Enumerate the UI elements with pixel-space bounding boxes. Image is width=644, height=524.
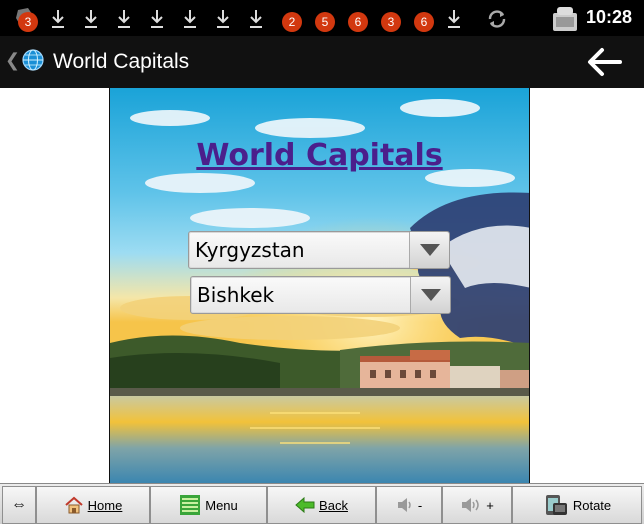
notification-badge: 3 bbox=[381, 12, 401, 32]
volume-up-button[interactable]: + bbox=[442, 486, 512, 524]
page-heading: World Capitals bbox=[196, 138, 443, 173]
speaker-icon bbox=[397, 498, 411, 512]
resize-arrows-icon: ⇔ bbox=[11, 496, 27, 513]
home-button[interactable]: Home bbox=[36, 486, 150, 524]
globe-icon[interactable] bbox=[21, 48, 45, 72]
action-bar: ❮ World Capitals bbox=[0, 36, 644, 88]
download-icon bbox=[85, 10, 97, 28]
country-select[interactable]: Kyrgyzstan bbox=[188, 231, 450, 269]
green-back-arrow-icon bbox=[295, 497, 315, 513]
download-icon bbox=[217, 10, 229, 28]
capital-select-dropdown-button[interactable] bbox=[410, 277, 450, 313]
capital-select-value: Bishkek bbox=[197, 283, 275, 307]
volume-down-button[interactable]: - bbox=[376, 486, 442, 524]
download-icon bbox=[52, 10, 64, 28]
notification-badge: 5 bbox=[315, 12, 335, 32]
app-title: World Capitals bbox=[53, 50, 190, 73]
back-button[interactable]: Back bbox=[267, 486, 376, 524]
rotate-label: Rotate bbox=[572, 497, 612, 513]
download-icon bbox=[151, 10, 163, 28]
bottom-toolbar: ⇔ Home Menu Back - + Rotate bbox=[0, 483, 644, 524]
download-icon bbox=[448, 10, 460, 28]
home-icon bbox=[64, 496, 83, 514]
clock: 10:28 bbox=[585, 7, 632, 27]
sync-icon bbox=[488, 10, 506, 28]
status-bar: 3 2 5 6 3 6 10:28 bbox=[0, 0, 644, 36]
web-content: World Capitals Kyrgyzstan Bishkek bbox=[0, 88, 644, 483]
country-select-dropdown-button[interactable] bbox=[409, 232, 449, 268]
notification-badge: 6 bbox=[348, 12, 368, 32]
rotate-button[interactable]: Rotate bbox=[512, 486, 642, 524]
up-caret-icon[interactable]: ❮ bbox=[5, 50, 20, 71]
menu-icon bbox=[180, 495, 201, 515]
download-icon bbox=[184, 10, 196, 28]
rotate-device-icon bbox=[545, 495, 567, 515]
menu-label: Menu bbox=[205, 497, 238, 513]
notification-badge: 2 bbox=[282, 12, 302, 32]
home-label: Home bbox=[87, 497, 123, 513]
download-icon bbox=[250, 10, 262, 28]
download-icon bbox=[118, 10, 130, 28]
usb-debug-icon bbox=[553, 7, 577, 31]
volume-down-label: - bbox=[417, 497, 423, 513]
capital-select[interactable]: Bishkek bbox=[190, 276, 451, 314]
background-photo: World Capitals Kyrgyzstan Bishkek bbox=[109, 88, 530, 483]
country-select-value: Kyrgyzstan bbox=[195, 238, 305, 262]
resize-button[interactable]: ⇔ bbox=[2, 486, 36, 524]
chevron-down-icon bbox=[421, 289, 441, 301]
back-arrow-icon[interactable] bbox=[586, 46, 622, 78]
volume-up-label: + bbox=[486, 497, 494, 513]
notification-badge: 6 bbox=[414, 12, 434, 32]
notification-badge: 3 bbox=[18, 12, 38, 32]
chevron-down-icon bbox=[420, 244, 440, 256]
speaker-icon bbox=[462, 498, 479, 512]
menu-button[interactable]: Menu bbox=[150, 486, 267, 524]
back-label: Back bbox=[319, 497, 348, 513]
